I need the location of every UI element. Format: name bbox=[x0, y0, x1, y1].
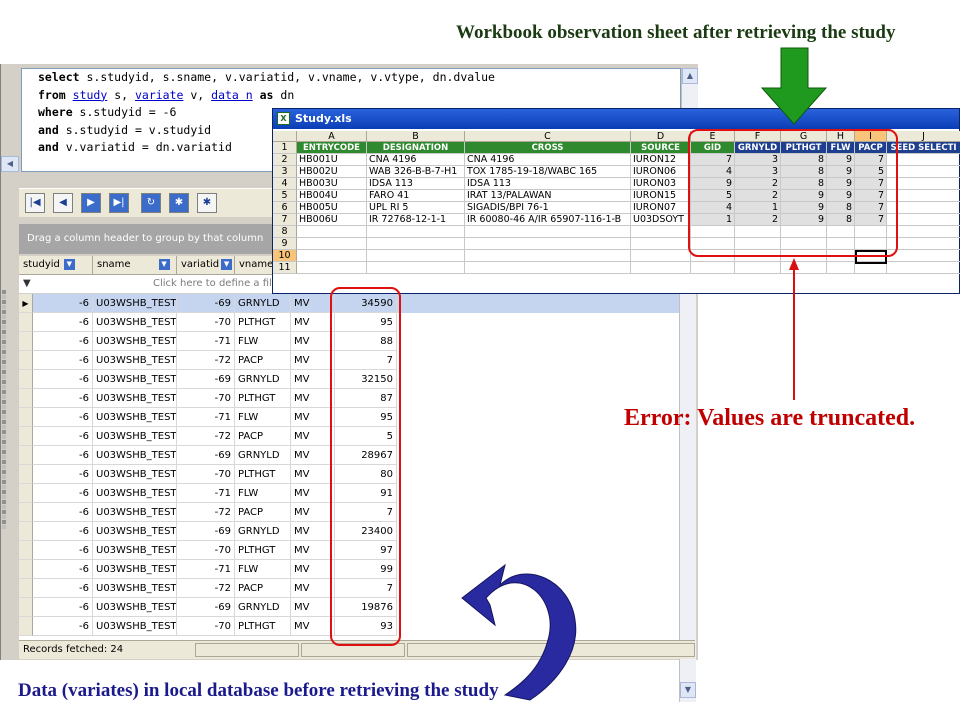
splitter-dot bbox=[2, 380, 6, 384]
splitter-dot bbox=[2, 405, 6, 409]
splitter-dot bbox=[2, 370, 6, 374]
splitter-dot bbox=[2, 305, 6, 309]
splitter-handle[interactable] bbox=[0, 290, 10, 530]
splitter-dot bbox=[2, 385, 6, 389]
splitter-dot bbox=[2, 460, 6, 464]
splitter-dot bbox=[2, 425, 6, 429]
splitter-dot bbox=[2, 335, 6, 339]
splitter-dot bbox=[2, 325, 6, 329]
splitter-dot bbox=[2, 295, 6, 299]
splitter-dot bbox=[2, 310, 6, 314]
splitter-dot bbox=[2, 485, 6, 489]
splitter-dot bbox=[2, 315, 6, 319]
splitter-dot bbox=[2, 360, 6, 364]
blue-curved-arrow-icon bbox=[461, 563, 577, 701]
splitter-dot bbox=[2, 475, 6, 479]
splitter-dot bbox=[2, 395, 6, 399]
splitter-dot bbox=[2, 505, 6, 509]
splitter-dot bbox=[2, 440, 6, 444]
splitter-dot bbox=[2, 500, 6, 504]
splitter-dot bbox=[2, 445, 6, 449]
splitter-dot bbox=[2, 365, 6, 369]
splitter-dot bbox=[2, 290, 6, 294]
splitter-dot bbox=[2, 510, 6, 514]
splitter-dot bbox=[2, 330, 6, 334]
splitter-dot bbox=[2, 465, 6, 469]
splitter-dot bbox=[2, 320, 6, 324]
annotation-arrows bbox=[461, 47, 828, 701]
splitter-dot bbox=[2, 435, 6, 439]
splitter-dot bbox=[2, 515, 6, 519]
splitter-dot bbox=[2, 345, 6, 349]
green-down-arrow-icon bbox=[760, 47, 828, 125]
splitter-dot bbox=[2, 430, 6, 434]
splitter-dot bbox=[2, 470, 6, 474]
splitter-dot bbox=[2, 355, 6, 359]
splitter-dot bbox=[2, 415, 6, 419]
splitter-dot bbox=[2, 410, 6, 414]
splitter-dot bbox=[2, 400, 6, 404]
splitter-dot bbox=[2, 490, 6, 494]
splitter-dot bbox=[2, 350, 6, 354]
red-arrowhead-icon bbox=[789, 258, 799, 270]
splitter-dot bbox=[2, 375, 6, 379]
splitter-dot bbox=[2, 495, 6, 499]
splitter-dot bbox=[2, 390, 6, 394]
splitter-dot bbox=[2, 450, 6, 454]
splitter-dot bbox=[2, 420, 6, 424]
splitter-dot bbox=[2, 300, 6, 304]
splitter-dot bbox=[2, 480, 6, 484]
splitter-dot bbox=[2, 455, 6, 459]
splitter-dot bbox=[2, 520, 6, 524]
splitter-dot bbox=[2, 340, 6, 344]
splitter-dot bbox=[2, 525, 6, 529]
